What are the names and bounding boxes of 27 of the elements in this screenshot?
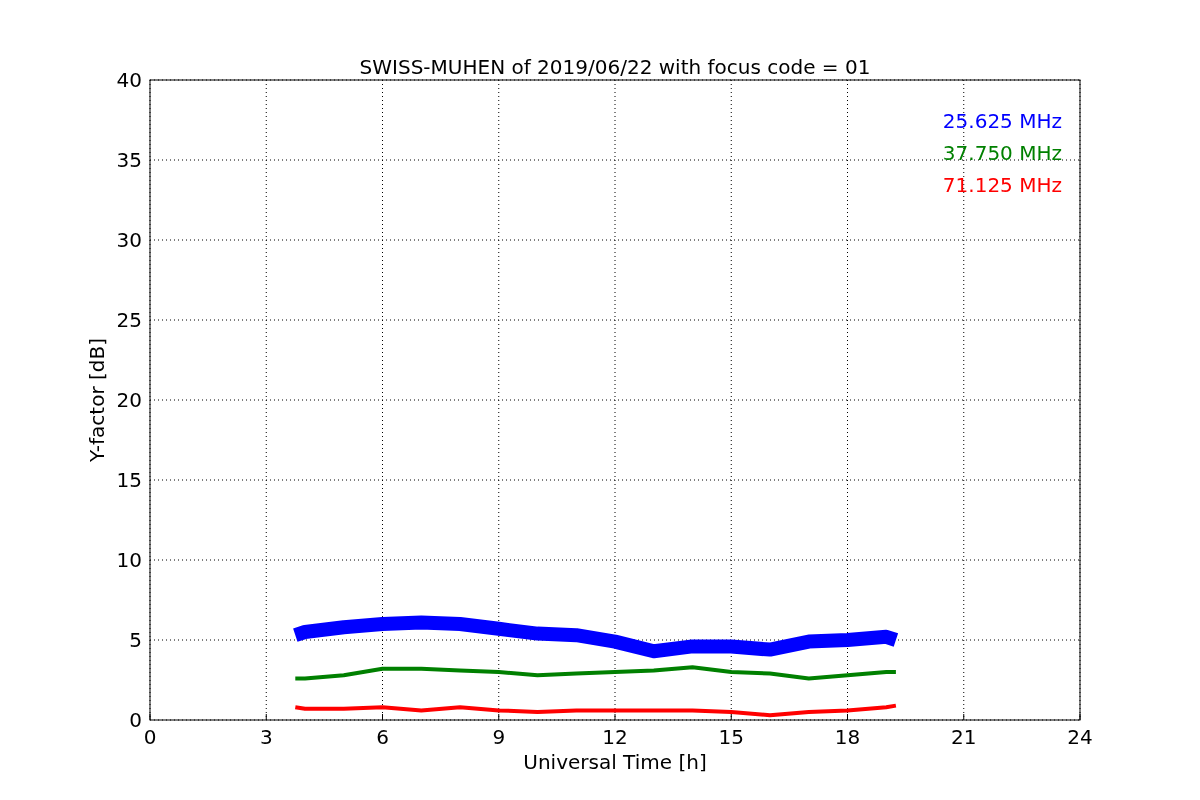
legend-label: 37.750 MHz: [942, 141, 1062, 165]
y-tick-label: 15: [116, 468, 142, 492]
legend-label: 71.125 MHz: [942, 173, 1062, 197]
x-tick-label: 18: [834, 725, 861, 749]
legend-label: 25.625 MHz: [942, 109, 1062, 133]
y-tick-label: 5: [129, 628, 142, 652]
x-tick-label: 15: [718, 725, 744, 749]
chart-title: SWISS-MUHEN of 2019/06/22 with focus code = 01: [359, 55, 871, 79]
y-tick-label: 30: [116, 228, 142, 252]
x-tick-label: 0: [143, 725, 157, 749]
y-axis-label: Y-factor [dB]: [85, 338, 109, 462]
x-tick: [1079, 713, 1081, 721]
y-tick-label: 10: [116, 548, 142, 572]
y-tick-label: 25: [116, 308, 142, 332]
x-tick-label: 21: [951, 725, 977, 749]
x-tick-label: 6: [376, 725, 389, 749]
x-axis-label: Universal Time [h]: [523, 750, 707, 774]
x-tick-label: 24: [1067, 725, 1093, 749]
x-tick: [149, 713, 151, 721]
x-tick-label: 12: [602, 725, 628, 749]
y-tick-label: 20: [116, 388, 142, 412]
y-tick-label: 0: [129, 708, 142, 732]
x-tick: [730, 713, 732, 721]
x-tick-label: 9: [492, 725, 506, 749]
y-tick-label: 40: [116, 68, 142, 92]
x-tick-label: 3: [259, 725, 273, 749]
y-tick-label: 35: [116, 148, 142, 172]
